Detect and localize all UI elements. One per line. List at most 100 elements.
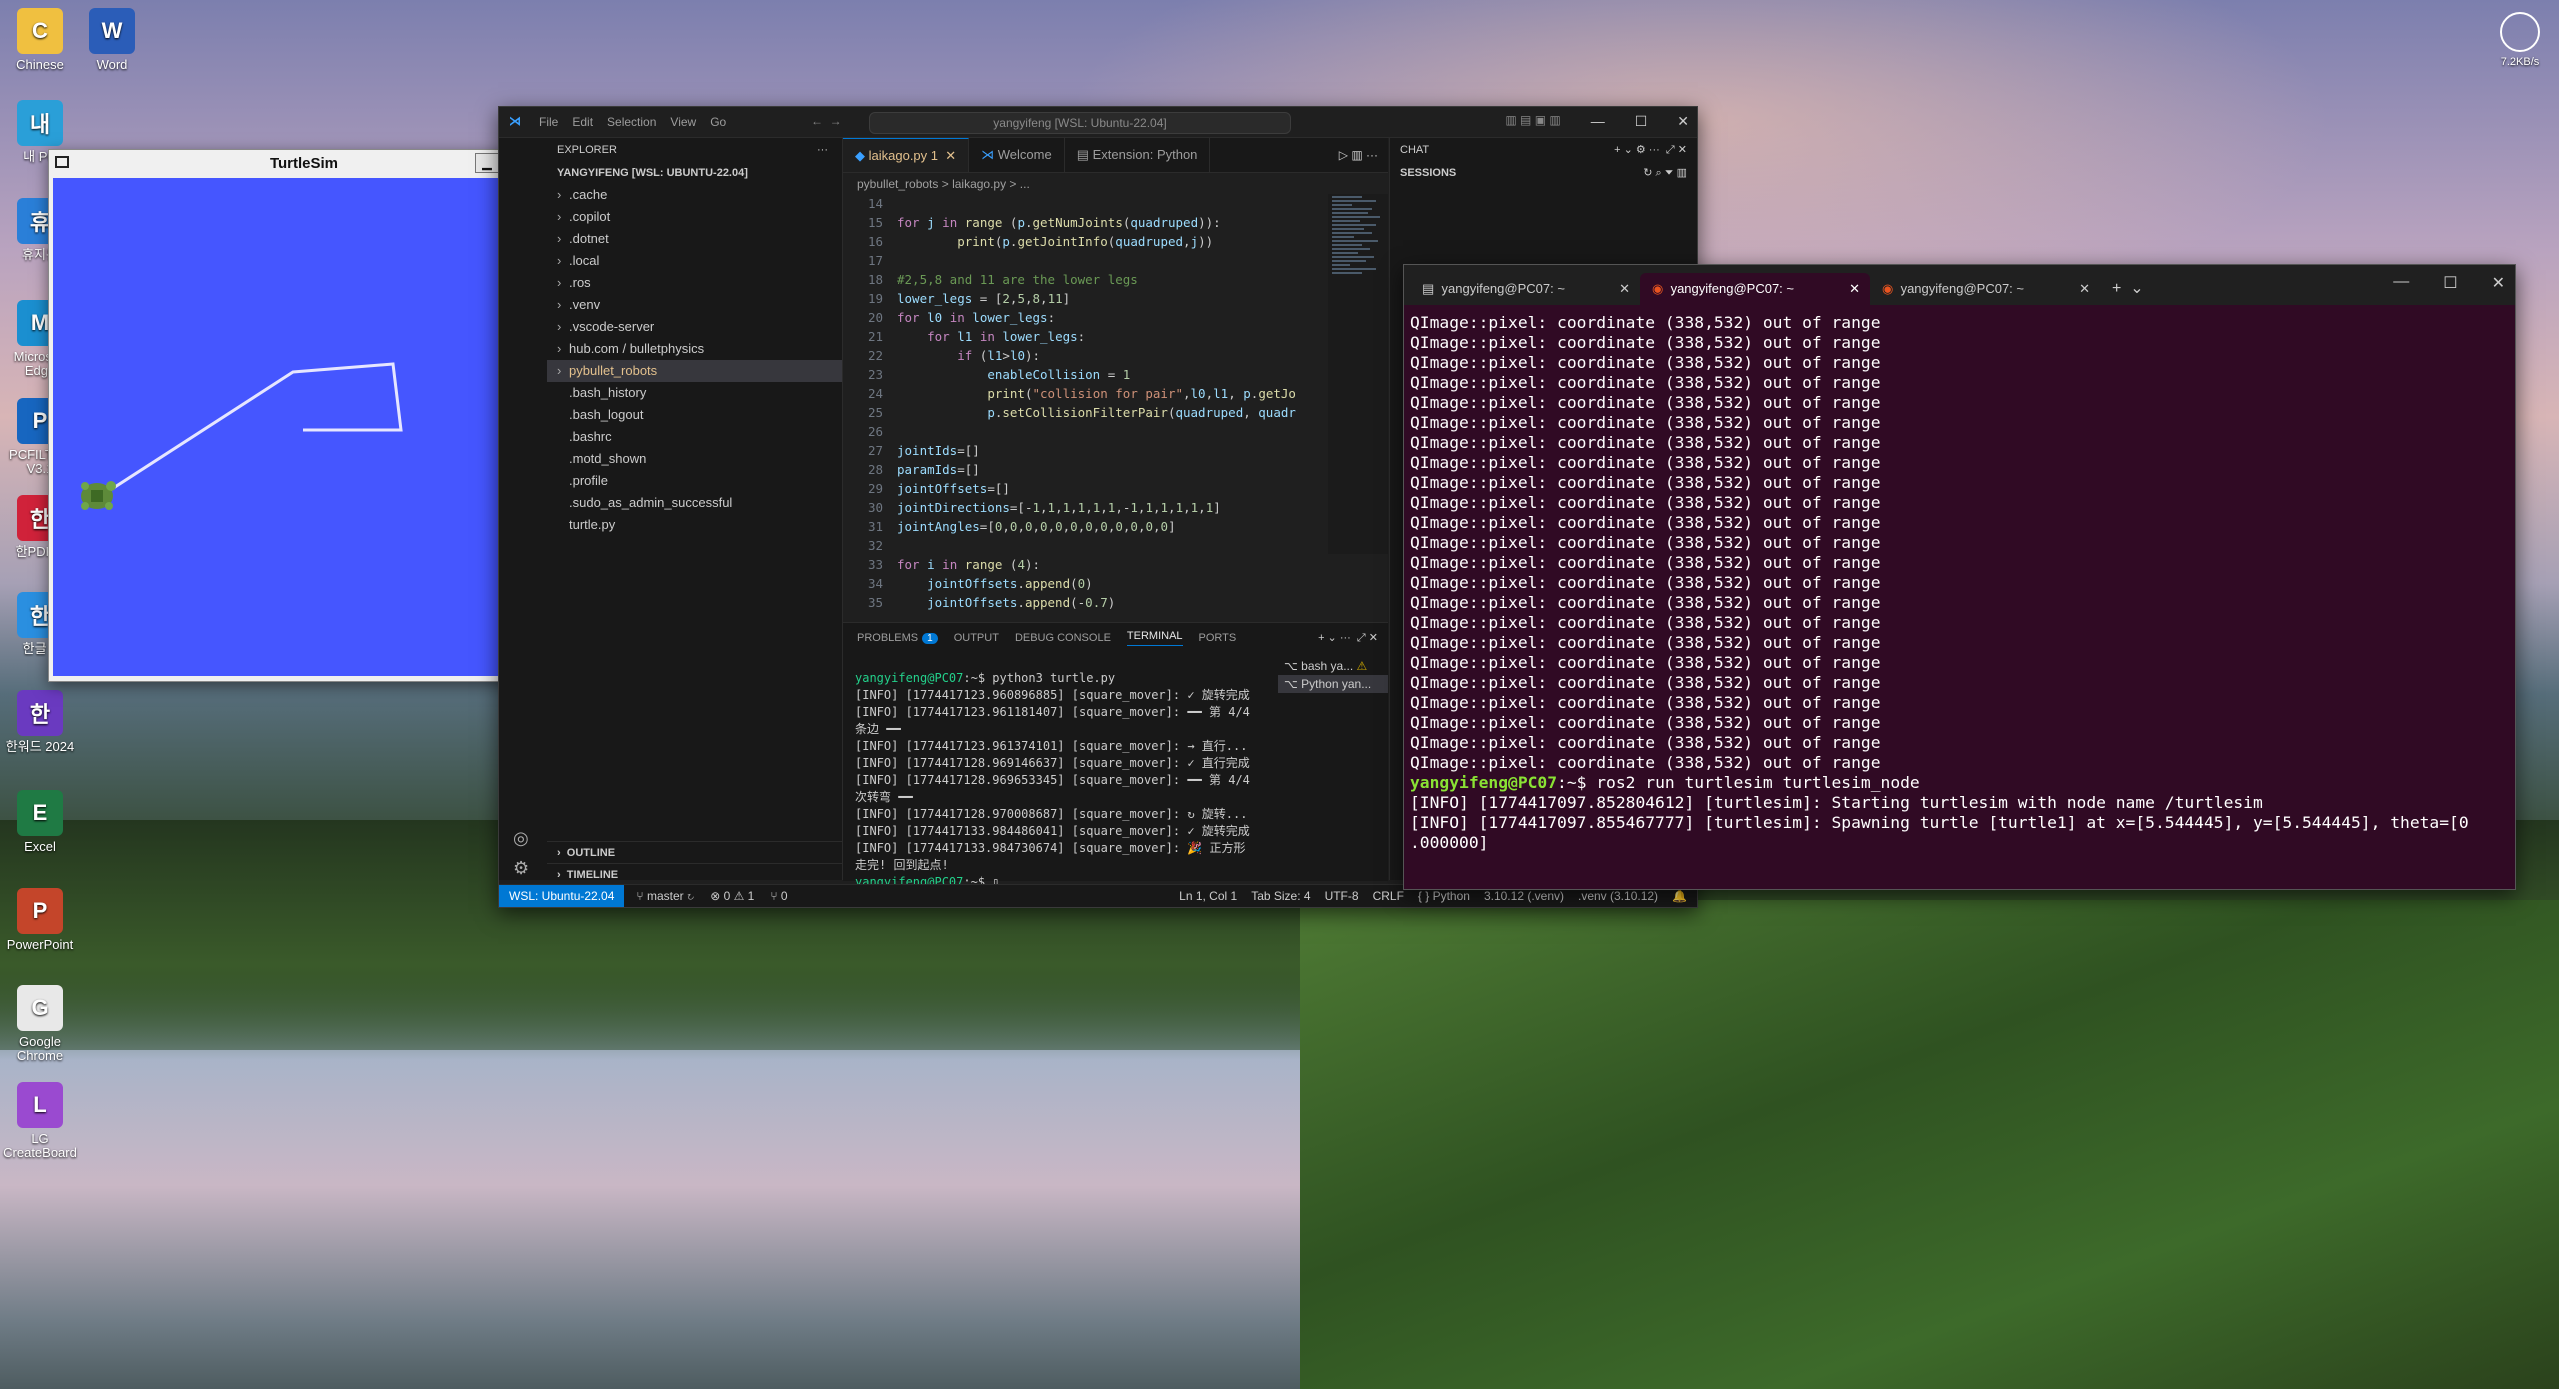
terminal-line: QImage::pixel: coordinate (338,532) out … [1410,453,1881,472]
desktop-icon[interactable]: P PowerPoint [0,888,80,952]
terminal-line: [INFO] [1774417133.984486041] [square_mo… [855,824,1250,838]
menu-item[interactable]: Go [710,115,726,129]
ports-status[interactable]: ⑂ 0 [770,889,787,903]
menu-item[interactable]: Selection [607,115,656,129]
outline-section[interactable]: › OUTLINE [547,841,842,863]
tree-item[interactable]: .bashrc [547,426,842,448]
tree-item[interactable]: › .copilot [547,206,842,228]
desktop-icon[interactable]: 한 한워드 2024 [0,690,80,754]
terminal-tab-2[interactable]: ◉ yangyifeng@PC07: ~ ✕ [1640,273,1870,305]
tab-problems[interactable]: PROBLEMS 1 [857,632,938,644]
app-icon: 한 [17,690,63,736]
turtle-icon [81,481,116,510]
tree-item[interactable]: .sudo_as_admin_successful [547,492,842,514]
terminal-line: QImage::pixel: coordinate (338,532) out … [1410,393,1881,412]
terminal-window[interactable]: ▤ yangyifeng@PC07: ~ ✕ ◉ yangyifeng@PC07:… [1403,264,2516,890]
breadcrumb[interactable]: pybullet_robots > laikago.py > ... [843,173,1388,195]
account-icon[interactable]: ◎ [513,828,529,849]
eol[interactable]: CRLF [1373,889,1404,903]
chevron-right-icon: › [557,275,562,290]
venv[interactable]: .venv (3.10.12) [1578,889,1658,903]
minimap[interactable] [1328,194,1388,554]
tab-debug-console[interactable]: DEBUG CONSOLE [1015,632,1111,644]
close-button[interactable]: ✕ [2492,273,2505,293]
tree-item[interactable]: › .dotnet [547,228,842,250]
language-mode[interactable]: { } Python [1418,889,1470,903]
encoding[interactable]: UTF-8 [1325,889,1359,903]
desktop-icon[interactable]: G Google Chrome [0,985,80,1063]
session-actions[interactable]: ↻ ⌕ ⏷ ▥ [1643,162,1687,184]
menu-item[interactable]: Edit [572,115,593,129]
new-tab-button[interactable]: + ⌄ [2100,273,2144,305]
tree-item[interactable]: › .vscode-server [547,316,842,338]
nav-arrows[interactable]: ← → [811,114,842,128]
tree-item[interactable]: .profile [547,470,842,492]
desktop-icon[interactable]: C Chinese [0,8,80,72]
layout-icon[interactable]: ▥ ▤ ▣ ▥ [1505,113,1560,130]
branch-status[interactable]: ⑂ master ↻ [636,889,694,903]
tree-item[interactable]: .motd_shown [547,448,842,470]
minimize-button[interactable]: ▁ [475,153,499,173]
tree-item[interactable]: › hub.com / bulletphysics [547,338,842,360]
tree-item[interactable]: › pybullet_robots [547,360,842,382]
tree-item[interactable]: › .cache [547,184,842,206]
terminal-line: QImage::pixel: coordinate (338,532) out … [1410,493,1881,512]
terminal-python[interactable]: ⌥ Python yan... [1278,675,1388,693]
turtle-canvas [53,178,553,676]
vscode-titlebar: ⋊ File Edit Selection View Go ← → yangyifeng… [499,107,1697,138]
explorer-sidebar: EXPLORER ··· YANGYIFENG [WSL: UBUNTU-22.0… [547,138,843,881]
editor-actions[interactable]: ▷ ▥ ··· [1329,138,1388,172]
minimize-button[interactable]: — [1591,113,1605,130]
maximize-button[interactable]: ☐ [1635,113,1648,130]
desktop-icon-label: Google Chrome [16,1034,64,1063]
bell-icon[interactable]: 🔔 [1672,889,1687,903]
turtlesim-window[interactable]: TurtleSim ▁ ▢ ✕ [48,149,560,682]
terminal-line: QImage::pixel: coordinate (338,532) out … [1410,373,1881,392]
network-widget[interactable]: 7.2KB/s [2495,12,2545,68]
tab-ports[interactable]: PORTS [1199,632,1237,644]
more-icon[interactable]: ··· [817,138,828,162]
terminal-bash[interactable]: ⌥ bash ya... ⚠ [1278,657,1388,675]
chat-actions[interactable]: + ⌄ ⚙ ··· ⤢ ✕ [1614,138,1687,162]
tab-size[interactable]: Tab Size: 4 [1251,889,1310,903]
cursor-position[interactable]: Ln 1, Col 1 [1179,889,1237,903]
desktop-icon[interactable]: E Excel [0,790,80,854]
menu-item[interactable]: File [539,115,558,129]
workspace-title[interactable]: YANGYIFENG [WSL: UBUNTU-22.04] [547,162,842,184]
tree-item[interactable]: .bash_history [547,382,842,404]
remote-indicator[interactable]: WSL: Ubuntu-22.04 [499,885,625,907]
settings-gear-icon[interactable]: ⚙ [513,858,529,879]
timeline-section[interactable]: › TIMELINE [547,863,842,885]
code-view[interactable]: 14 15 for j in range (p.getNumJoints(quad… [843,194,1323,612]
tab-output[interactable]: OUTPUT [954,632,999,644]
app-icon: C [17,8,63,54]
editor-area[interactable]: ◆ laikago.py 1 ✕ ⋊ Welcome ▤ Extension: … [843,138,1388,610]
integrated-terminal[interactable]: yangyifeng@PC07:~$ python3 turtle.py [IN… [843,653,1275,891]
tab-extension-python[interactable]: ▤ Extension: Python [1065,138,1211,172]
terminal-tab-3[interactable]: ◉ yangyifeng@PC07: ~ ✕ [1870,273,2100,305]
tab-laikago[interactable]: ◆ laikago.py 1 ✕ [843,138,970,172]
terminal-line: QImage::pixel: coordinate (338,532) out … [1410,473,1881,492]
command-center[interactable]: yangyifeng [WSL: Ubuntu-22.04] [869,112,1291,134]
close-button[interactable]: ✕ [1677,113,1689,130]
terminal-line: [INFO] [1774417128.969146637] [square_mo… [855,756,1250,770]
terminal-tab-1[interactable]: ▤ yangyifeng@PC07: ~ ✕ [1410,273,1640,305]
tree-item-label: .profile [569,473,609,488]
tree-item[interactable]: › .venv [547,294,842,316]
tab-welcome[interactable]: ⋊ Welcome [969,138,1065,172]
desktop-icon[interactable]: W Word [72,8,152,72]
tab-terminal[interactable]: TERMINAL [1126,630,1183,646]
tree-item[interactable]: .bash_logout [547,404,842,426]
tree-item[interactable]: turtle.py [547,514,842,536]
panel-actions[interactable]: + ⌄ ··· ⤢ ✕ [1318,631,1378,645]
minimize-button[interactable]: — [2393,273,2409,293]
interpreter[interactable]: 3.10.12 (.venv) [1484,889,1564,903]
turtlesim-titlebar[interactable]: TurtleSim ▁ ▢ ✕ [49,150,559,176]
problems-status[interactable]: ⊗ 0 ⚠ 1 [710,889,754,903]
desktop-icon[interactable]: L LG CreateBoard [0,1082,80,1160]
tree-item[interactable]: › .local [547,250,842,272]
menu-item[interactable]: View [670,115,696,129]
maximize-button[interactable]: ☐ [2443,273,2457,293]
terminal-output[interactable]: QImage::pixel: coordinate (338,532) out … [1404,305,2515,861]
tree-item[interactable]: › .ros [547,272,842,294]
